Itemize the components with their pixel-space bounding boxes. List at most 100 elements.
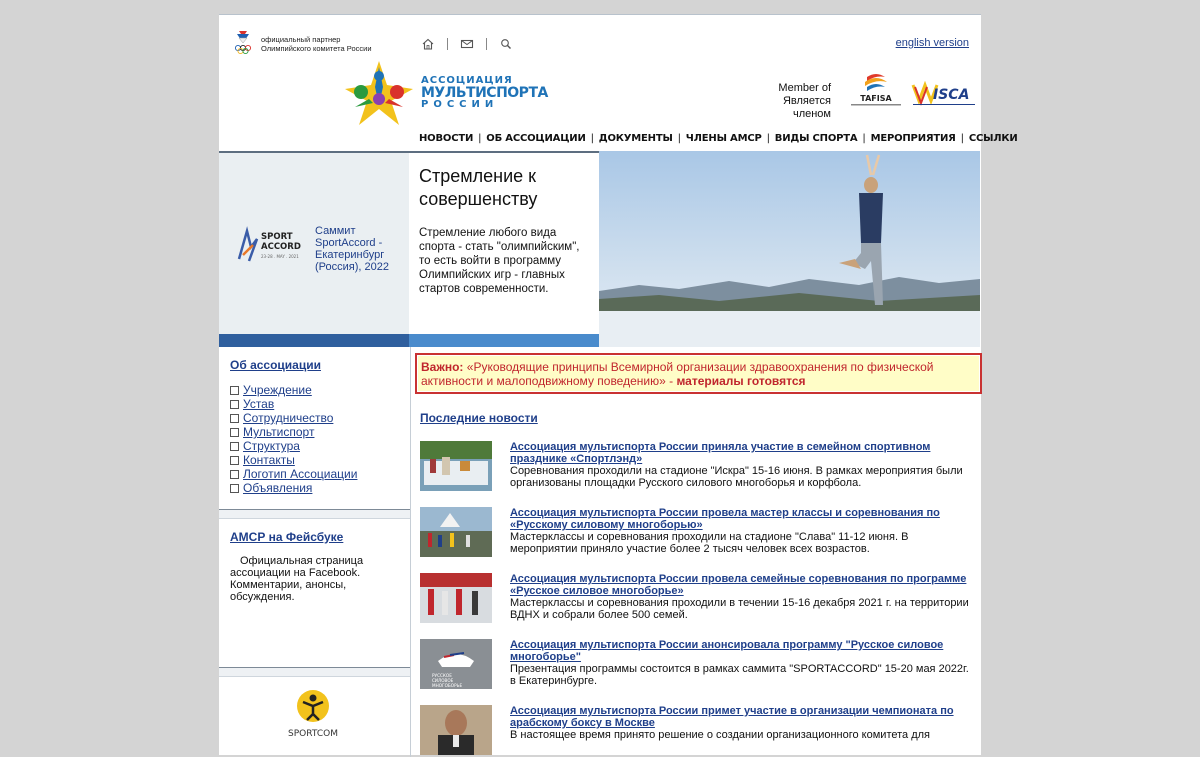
latest-news-heading[interactable]: Последние новости	[420, 411, 538, 425]
bullet-box	[230, 483, 239, 493]
bullet-box	[230, 385, 239, 395]
sportaccord-dates: 23-28 . MAY . 2021	[261, 254, 299, 259]
about-item: Структура	[230, 439, 357, 453]
banner-bar-light	[409, 334, 599, 347]
banner-photo-yoga	[599, 151, 980, 347]
nav-separator: |	[960, 133, 964, 144]
about-item: Контакты	[230, 453, 357, 467]
bullet-box	[230, 413, 239, 423]
about-item-link[interactable]: Контакты	[243, 453, 295, 467]
about-item-link[interactable]: Сотрудничество	[243, 411, 333, 425]
amsr-logo[interactable]: АССОЦИАЦИЯ МУЛЬТИСПОРТА РОССИИ	[343, 59, 548, 127]
news-text: В настоящее время принято решение о созд…	[510, 729, 930, 741]
nav-separator: |	[590, 133, 594, 144]
logo-line2: МУЛЬТИСПОРТА	[421, 85, 548, 101]
bullet-box	[230, 427, 239, 437]
about-item: Устав	[230, 397, 357, 411]
isca-logo[interactable]: ISCA	[911, 81, 977, 107]
news-thumbnail[interactable]: РУССКОЕ СИЛОВОЕ МНОГОБОРЬЕ	[420, 639, 492, 689]
nav-separator: |	[478, 133, 482, 144]
nav-members[interactable]: ЧЛЕНЫ АМСР	[686, 133, 762, 144]
about-item: Учреждение	[230, 383, 357, 397]
news-title[interactable]: Ассоциация мультиспорта России примет уч…	[510, 705, 970, 729]
news-text: Мастерклассы и соревнования проходили на…	[510, 531, 909, 555]
news-text: Презентация программы состоится в рамках…	[510, 663, 969, 687]
sportaccord-text: SPORT	[261, 232, 293, 242]
isca-label: ISCA	[933, 87, 969, 103]
bullet-box	[230, 441, 239, 451]
facebook-heading[interactable]: АМСР на Фейсбуке	[230, 530, 343, 544]
important-label: Важно:	[421, 360, 464, 374]
partner-text-line2: Олимпийского комитета России	[261, 44, 372, 53]
search-icon[interactable]	[499, 38, 513, 50]
about-item: Логотип Ассоциации	[230, 467, 357, 481]
about-item-link[interactable]: Логотип Ассоциации	[243, 467, 357, 481]
about-heading[interactable]: Об ассоциации	[230, 358, 321, 372]
olympic-committee-logo	[234, 31, 252, 55]
news-thumbnail[interactable]	[420, 507, 492, 557]
nav-links[interactable]: ССЫЛКИ	[969, 133, 1018, 144]
nav-documents[interactable]: ДОКУМЕНТЫ	[599, 133, 673, 144]
sidebar-divider	[219, 509, 410, 519]
about-item: Объявления	[230, 481, 357, 495]
news-thumbnail[interactable]	[420, 441, 492, 491]
multisport-star-icon	[345, 61, 413, 125]
separator	[486, 38, 487, 50]
important-notice[interactable]: Важно: «Руководящие принципы Всемирной о…	[415, 353, 982, 394]
news-title[interactable]: Ассоциация мультиспорта России провела с…	[510, 573, 970, 597]
main-nav: НОВОСТИ | ОБ АССОЦИАЦИИ | ДОКУМЕНТЫ | ЧЛЕНЫ АМ…	[419, 133, 1018, 144]
news-title[interactable]: Ассоциация мультиспорта России провела м…	[510, 507, 970, 531]
mail-icon[interactable]	[460, 38, 474, 50]
header: официальный партнер Олимпийского комитет…	[219, 15, 1018, 151]
olympic-partner[interactable]: официальный партнер Олимпийского комитет…	[233, 29, 372, 55]
about-item-link[interactable]: Объявления	[243, 481, 312, 495]
member-line2: Является членом	[782, 95, 831, 120]
utility-icons	[421, 38, 513, 50]
important-status: материалы готовятся	[676, 374, 806, 388]
banner-bar-dark	[219, 334, 409, 347]
banner-title: Стремление к совершенству	[419, 166, 538, 209]
news-thumbnail[interactable]	[420, 573, 492, 623]
news-title[interactable]: Ассоциация мультиспорта России анонсиров…	[510, 639, 970, 663]
banner: SPORT ACCORD 23-28 . MAY . 2021 Саммит S…	[219, 151, 981, 347]
nav-separator: |	[766, 133, 770, 144]
nav-separator: |	[862, 133, 866, 144]
about-item-link[interactable]: Учреждение	[243, 383, 312, 397]
bullet-box	[230, 455, 239, 465]
sportcom-label: SPORTCOM	[288, 729, 338, 739]
banner-text-panel: Стремление к совершенству Стремление люб…	[409, 151, 599, 334]
separator	[447, 38, 448, 50]
about-item-link[interactable]: Устав	[243, 397, 274, 411]
about-item-link[interactable]: Мультиспорт	[243, 425, 314, 439]
tafisa-logo[interactable]: TAFISA	[845, 73, 907, 109]
news-thumbnail[interactable]	[420, 705, 492, 755]
summit-link[interactable]: Саммит SportAccord - Екатеринбург (Росси…	[315, 225, 395, 273]
member-of: Member of Является членом	[745, 82, 831, 121]
bullet-box	[230, 469, 239, 479]
about-item: Сотрудничество	[230, 411, 357, 425]
partner-text-line1: официальный партнер	[261, 35, 341, 44]
english-version-link[interactable]: english version	[896, 37, 969, 49]
nav-separator: |	[677, 133, 681, 144]
home-icon[interactable]	[421, 38, 435, 50]
summit-promo[interactable]: SPORT ACCORD 23-28 . MAY . 2021 Саммит S…	[235, 225, 395, 273]
nav-events[interactable]: МЕРОПРИЯТИЯ	[871, 133, 956, 144]
bullet-box	[230, 399, 239, 409]
tafisa-label: TAFISA	[860, 94, 892, 103]
about-item-link[interactable]: Структура	[243, 439, 300, 453]
thumb-text-3: МНОГОБОРЬЕ	[432, 683, 462, 688]
sidebar-divider	[219, 667, 410, 677]
sportaccord-logo: SPORT ACCORD 23-28 . MAY . 2021	[237, 226, 301, 262]
news-title[interactable]: Ассоциация мультиспорта России приняла у…	[510, 441, 970, 465]
page: официальный партнер Олимпийского комитет…	[219, 14, 1018, 757]
sidebar: Об ассоциации Учреждение Устав Сотруднич…	[219, 347, 411, 757]
banner-description: Стремление любого вида спорта - стать "о…	[419, 227, 580, 295]
sportcom-logo[interactable]: SPORTCOM	[283, 684, 343, 744]
logo-text: АССОЦИАЦИЯ МУЛЬТИСПОРТА РОССИИ	[421, 75, 548, 111]
news-text: Соревнования проходили на стадионе "Искр…	[510, 465, 963, 489]
nav-about[interactable]: ОБ АССОЦИАЦИИ	[486, 133, 586, 144]
nav-sports[interactable]: ВИДЫ СПОРТА	[775, 133, 858, 144]
nav-news[interactable]: НОВОСТИ	[419, 133, 473, 144]
member-line1: Member of	[778, 82, 831, 94]
news-text: Мастерклассы и соревнования проходили в …	[510, 597, 969, 621]
